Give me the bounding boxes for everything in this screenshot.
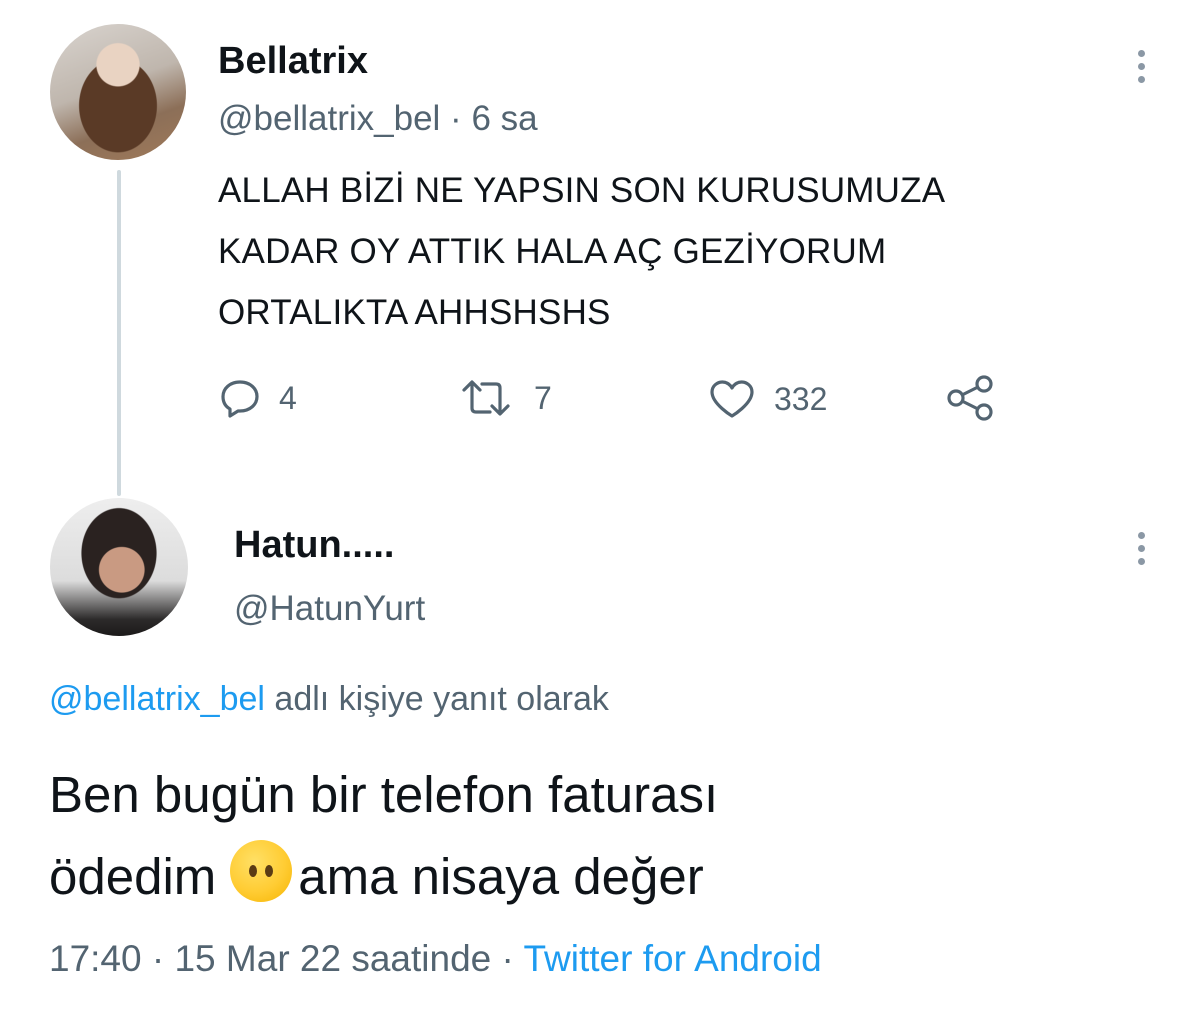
share-action[interactable] <box>944 374 998 422</box>
retweet-icon <box>462 380 510 416</box>
reply-to-label: adlı kişiye yanıt olarak <box>274 680 609 718</box>
tweet1-line: ALLAH BİZİ NE YAPSIN SON KURUSUMUZA <box>218 171 946 210</box>
like-count: 332 <box>774 380 828 417</box>
retweet-count: 7 <box>534 379 552 416</box>
retweet-action[interactable]: 7 <box>456 378 552 418</box>
tweet1-body: ALLAH BİZİ NE YAPSIN SON KURUSUMUZA KADA… <box>218 160 1178 343</box>
reply-action[interactable]: 4 <box>219 378 297 418</box>
tweet2-meta: 17:40 · 15 Mar 22 saatinde · Twitter for… <box>49 938 822 980</box>
like-action[interactable]: 332 <box>708 378 827 420</box>
tweet2-line: ödedim ama nisaya değer <box>49 836 1169 918</box>
tweet2-text-end: ama nisaya değer <box>298 848 704 905</box>
separator: · <box>450 99 462 138</box>
separator: · <box>151 938 165 979</box>
tweet1-handle[interactable]: @bellatrix_bel <box>218 99 440 138</box>
tweet2-source-link[interactable]: Twitter for Android <box>523 938 821 979</box>
share-icon <box>947 375 993 421</box>
tweet1-line: KADAR OY ATTIK HALA AÇ GEZİYORUM <box>218 232 887 271</box>
face-without-mouth-emoji <box>230 840 293 902</box>
replying-to: @bellatrix_bel adlı kişiye yanıt olarak <box>49 680 609 719</box>
more-icon[interactable] <box>1138 50 1146 89</box>
separator: · <box>501 938 514 979</box>
tweet2-date[interactable]: 15 Mar 22 saatinde <box>174 938 491 979</box>
bellatrix-avatar[interactable] <box>50 24 186 160</box>
tweet2-handle[interactable]: @HatunYurt <box>234 589 425 629</box>
tweet1-author-name[interactable]: Bellatrix <box>218 40 368 83</box>
thread-connector-line <box>117 170 121 496</box>
reply-icon <box>221 380 259 418</box>
hatun-avatar[interactable] <box>50 498 188 636</box>
reply-count: 4 <box>279 379 297 416</box>
more-icon[interactable] <box>1138 532 1146 571</box>
tweet2-body: Ben bugün bir telefon faturası ödedim ama… <box>49 754 1169 918</box>
reply-to-handle-link[interactable]: @bellatrix_bel <box>49 680 265 718</box>
heart-icon <box>710 380 754 418</box>
tweet1-time[interactable]: 6 sa <box>471 99 537 138</box>
tweet1-handle-time: @bellatrix_bel · 6 sa <box>218 99 538 139</box>
tweet2-text-start: ödedim <box>49 848 217 905</box>
tweet2-time[interactable]: 17:40 <box>49 938 142 979</box>
tweet1-line: ORTALIKTA AHHSHSHS <box>218 293 611 332</box>
tweet2-line: Ben bugün bir telefon faturası <box>49 766 719 823</box>
tweet2-author-name[interactable]: Hatun..... <box>234 524 394 567</box>
